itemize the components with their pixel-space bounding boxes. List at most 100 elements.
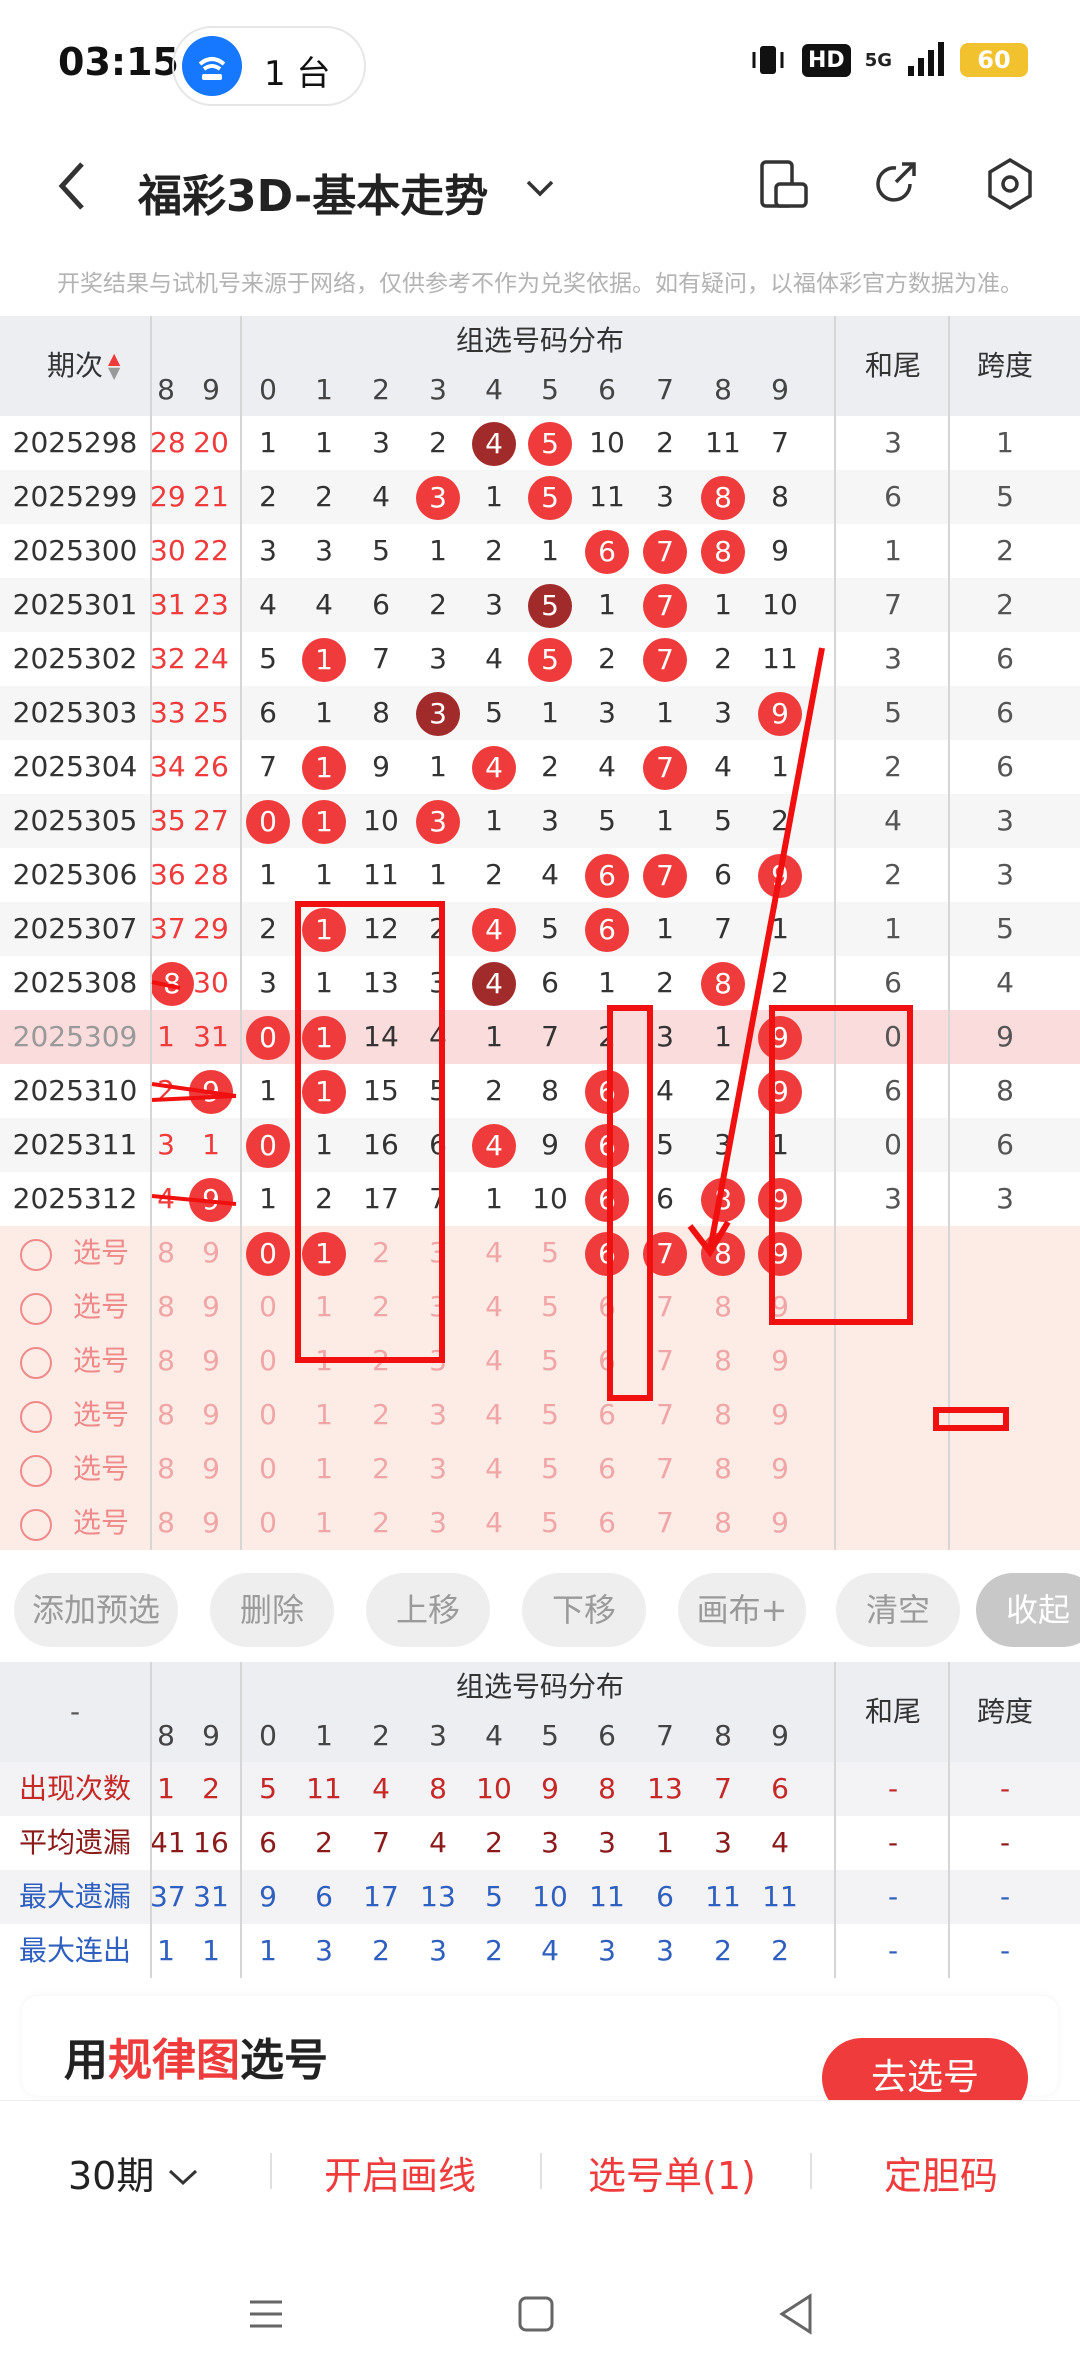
select-digit[interactable]: 6 bbox=[578, 1280, 636, 1334]
select-digit[interactable]: 5 bbox=[522, 1226, 578, 1280]
back-icon[interactable] bbox=[52, 156, 92, 216]
select-digit[interactable]: 4 bbox=[466, 1496, 522, 1550]
selected-ball[interactable]: 0 bbox=[246, 1232, 290, 1276]
select-digit[interactable]: 9 bbox=[182, 1496, 240, 1550]
select-radio-icon[interactable] bbox=[20, 1401, 52, 1433]
select-digit[interactable]: 1 bbox=[296, 1442, 352, 1496]
selected-ball[interactable]: 8 bbox=[701, 1232, 745, 1276]
period-select[interactable]: 30期 bbox=[68, 2145, 200, 2200]
select-digit[interactable]: 5 bbox=[522, 1442, 578, 1496]
select-digit[interactable]: 4 bbox=[466, 1334, 522, 1388]
select-digit[interactable]: 2 bbox=[352, 1442, 410, 1496]
page-title[interactable]: 福彩3D-基本走势 bbox=[138, 160, 488, 224]
select-digit[interactable]: 8 bbox=[150, 1226, 182, 1280]
select-digit[interactable]: 0 bbox=[240, 1388, 296, 1442]
select-digit[interactable]: 0 bbox=[240, 1334, 296, 1388]
select-digit[interactable]: 9 bbox=[182, 1442, 240, 1496]
select-digit[interactable]: 8 bbox=[150, 1496, 182, 1550]
ticket-button[interactable]: 选号单(1) bbox=[588, 2145, 756, 2200]
select-digit[interactable]: 6 bbox=[578, 1442, 636, 1496]
select-digit[interactable]: 9 bbox=[752, 1442, 808, 1496]
select-digit[interactable]: 3 bbox=[410, 1226, 466, 1280]
select-digit[interactable]: 7 bbox=[636, 1226, 694, 1280]
select-digit[interactable]: 8 bbox=[150, 1442, 182, 1496]
select-digit[interactable]: 7 bbox=[636, 1388, 694, 1442]
select-digit[interactable]: 1 bbox=[296, 1226, 352, 1280]
select-digit[interactable]: 7 bbox=[636, 1442, 694, 1496]
canvas-plus-button[interactable]: 画布+ bbox=[678, 1573, 806, 1647]
select-radio-icon[interactable] bbox=[20, 1239, 52, 1271]
select-digit[interactable]: 6 bbox=[578, 1388, 636, 1442]
select-digit[interactable]: 5 bbox=[522, 1496, 578, 1550]
select-digit[interactable]: 6 bbox=[578, 1496, 636, 1550]
move-up-button[interactable]: 上移 bbox=[366, 1573, 490, 1647]
select-digit[interactable]: 8 bbox=[150, 1388, 182, 1442]
select-digit[interactable]: 8 bbox=[694, 1280, 752, 1334]
select-digit[interactable]: 8 bbox=[694, 1442, 752, 1496]
select-digit[interactable]: 4 bbox=[466, 1442, 522, 1496]
delete-button[interactable]: 删除 bbox=[210, 1573, 334, 1647]
select-radio-icon[interactable] bbox=[20, 1347, 52, 1379]
select-digit[interactable]: 1 bbox=[296, 1496, 352, 1550]
select-digit[interactable]: 5 bbox=[522, 1280, 578, 1334]
select-digit[interactable]: 9 bbox=[752, 1226, 808, 1280]
select-digit[interactable]: 4 bbox=[466, 1388, 522, 1442]
selected-ball[interactable]: 7 bbox=[643, 1232, 687, 1276]
select-digit[interactable]: 6 bbox=[578, 1226, 636, 1280]
select-digit[interactable]: 5 bbox=[522, 1334, 578, 1388]
share-icon[interactable] bbox=[866, 154, 926, 214]
select-digit[interactable]: 3 bbox=[410, 1496, 466, 1550]
select-digit[interactable]: 3 bbox=[410, 1334, 466, 1388]
clear-button[interactable]: 清空 bbox=[836, 1573, 960, 1647]
selected-ball[interactable]: 1 bbox=[302, 1232, 346, 1276]
chevron-down-icon[interactable] bbox=[522, 170, 558, 206]
select-digit[interactable]: 8 bbox=[694, 1496, 752, 1550]
sort-icon[interactable]: ▲ ▼ bbox=[108, 351, 120, 381]
select-digit[interactable]: 9 bbox=[752, 1388, 808, 1442]
select-digit[interactable]: 1 bbox=[296, 1280, 352, 1334]
select-digit[interactable]: 3 bbox=[410, 1388, 466, 1442]
select-digit[interactable]: 2 bbox=[352, 1496, 410, 1550]
select-digit[interactable]: 9 bbox=[752, 1280, 808, 1334]
draw-lines-button[interactable]: 开启画线 bbox=[324, 2145, 476, 2200]
selected-ball[interactable]: 9 bbox=[758, 1232, 802, 1276]
select-digit[interactable]: 0 bbox=[240, 1442, 296, 1496]
select-digit[interactable]: 2 bbox=[352, 1334, 410, 1388]
select-digit[interactable]: 1 bbox=[296, 1388, 352, 1442]
select-digit[interactable]: 7 bbox=[636, 1334, 694, 1388]
select-digit[interactable]: 8 bbox=[150, 1280, 182, 1334]
select-digit[interactable]: 2 bbox=[352, 1388, 410, 1442]
select-digit[interactable]: 1 bbox=[296, 1334, 352, 1388]
select-digit[interactable]: 9 bbox=[182, 1388, 240, 1442]
select-digit[interactable]: 9 bbox=[182, 1334, 240, 1388]
select-digit[interactable]: 3 bbox=[410, 1442, 466, 1496]
select-digit[interactable]: 8 bbox=[694, 1226, 752, 1280]
menu-icon[interactable] bbox=[246, 2294, 286, 2334]
select-digit[interactable]: 9 bbox=[752, 1334, 808, 1388]
select-digit[interactable]: 2 bbox=[352, 1280, 410, 1334]
select-digit[interactable]: 4 bbox=[466, 1280, 522, 1334]
select-digit[interactable]: 7 bbox=[636, 1496, 694, 1550]
home-icon[interactable] bbox=[516, 2294, 556, 2334]
select-digit[interactable]: 8 bbox=[694, 1334, 752, 1388]
select-digit[interactable]: 9 bbox=[182, 1280, 240, 1334]
select-digit[interactable]: 9 bbox=[182, 1226, 240, 1280]
select-radio-icon[interactable] bbox=[20, 1509, 52, 1541]
select-digit[interactable]: 6 bbox=[578, 1334, 636, 1388]
select-digit[interactable]: 0 bbox=[240, 1280, 296, 1334]
fix-code-button[interactable]: 定胆码 bbox=[884, 2145, 998, 2200]
move-down-button[interactable]: 下移 bbox=[522, 1573, 646, 1647]
select-digit[interactable]: 3 bbox=[410, 1280, 466, 1334]
settings-icon[interactable] bbox=[980, 154, 1040, 214]
select-radio-icon[interactable] bbox=[20, 1293, 52, 1325]
landscape-icon[interactable] bbox=[752, 154, 812, 214]
select-digit[interactable]: 2 bbox=[352, 1226, 410, 1280]
selected-ball[interactable]: 6 bbox=[585, 1232, 629, 1276]
hotspot-pill[interactable]: 1 台 bbox=[172, 26, 366, 106]
select-digit[interactable]: 8 bbox=[694, 1388, 752, 1442]
select-digit[interactable]: 9 bbox=[752, 1496, 808, 1550]
select-digit[interactable]: 5 bbox=[522, 1388, 578, 1442]
add-preselect-button[interactable]: 添加预选 bbox=[14, 1573, 178, 1647]
select-digit[interactable]: 7 bbox=[636, 1280, 694, 1334]
select-radio-icon[interactable] bbox=[20, 1455, 52, 1487]
